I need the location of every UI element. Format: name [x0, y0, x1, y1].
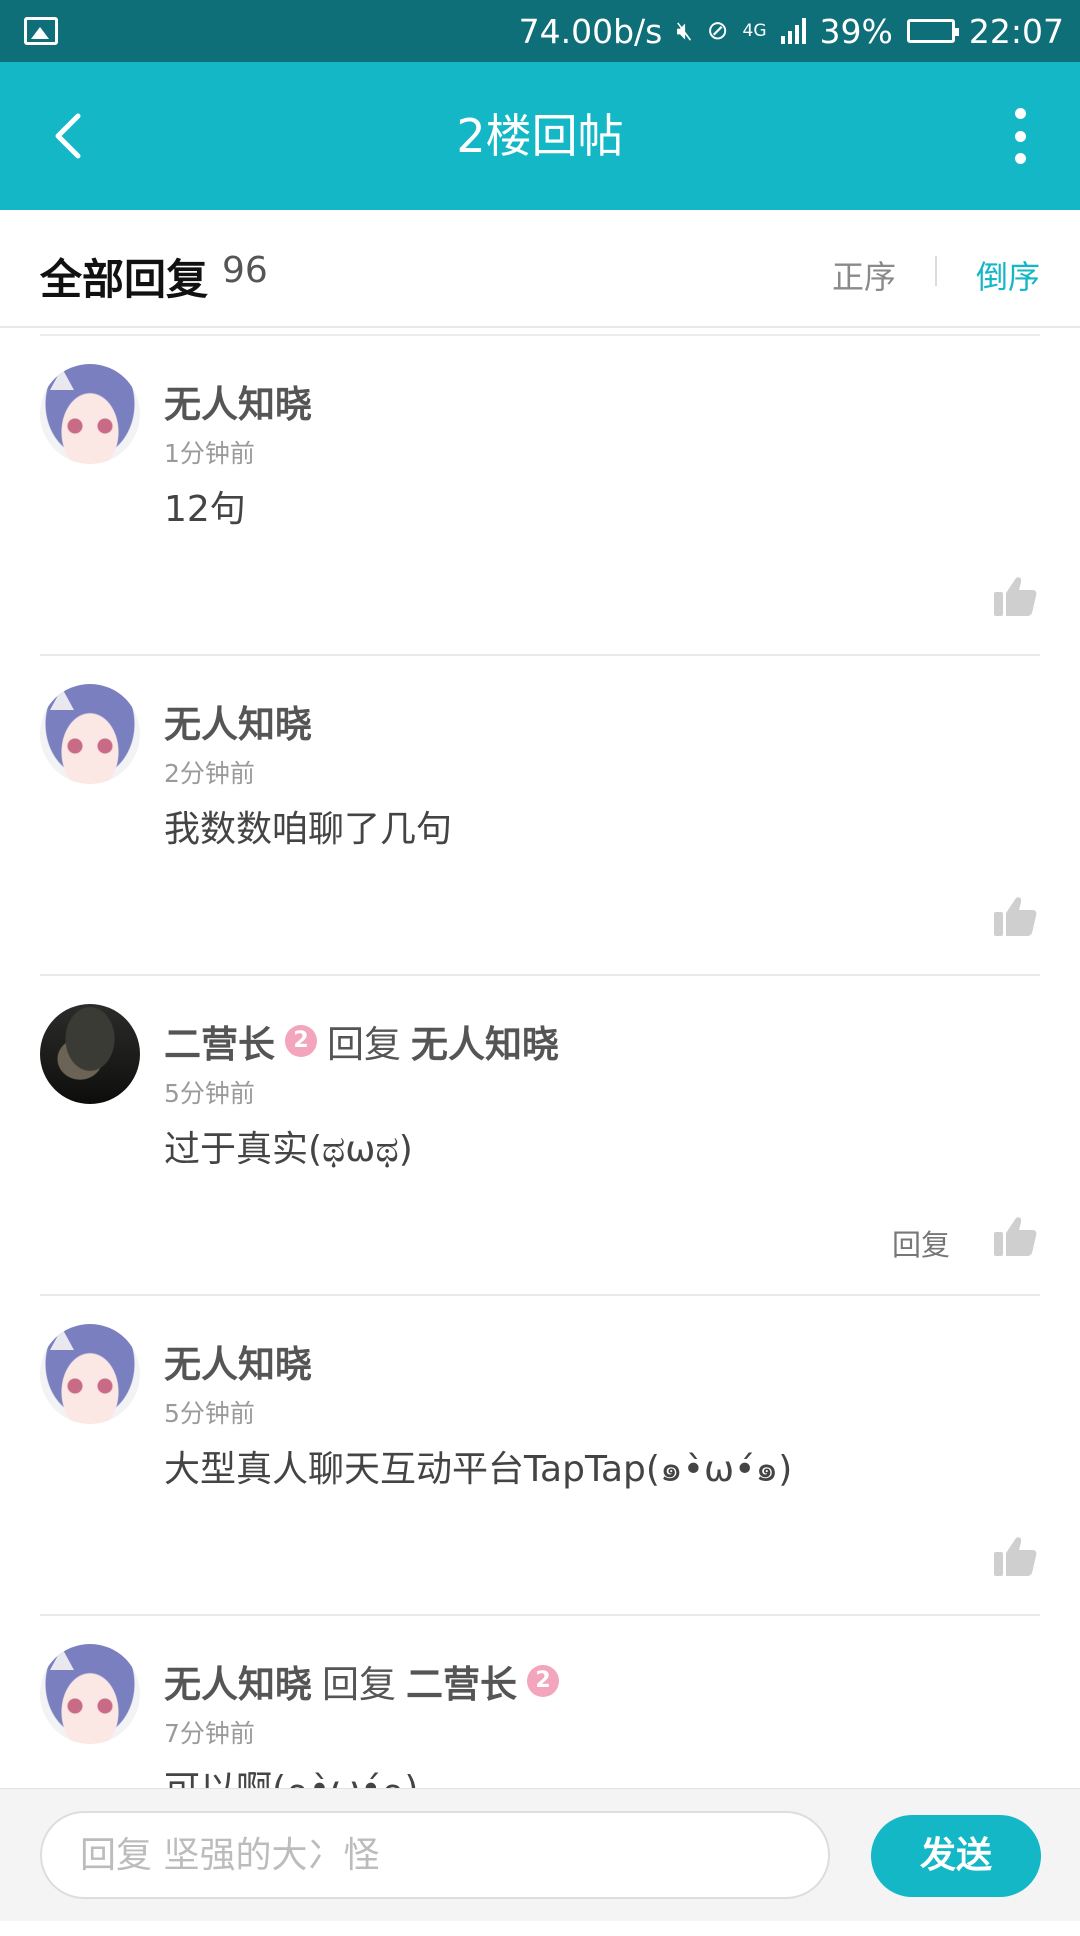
- reply-time: 5分钟前: [164, 1399, 255, 1428]
- reply-divider: [40, 1294, 1040, 1296]
- thumbs-up-icon[interactable]: [992, 1214, 1038, 1260]
- reply-author-line: 无人知晓: [164, 694, 312, 748]
- reply-to-word: 回复: [322, 1663, 396, 1706]
- reply-to-name[interactable]: 二营长: [406, 1654, 517, 1708]
- reply-author-line: 无人知晓: [164, 374, 312, 428]
- author-name[interactable]: 无人知晓: [164, 694, 312, 748]
- thumbs-up-icon[interactable]: [992, 574, 1038, 620]
- sort-ascending-button[interactable]: 正序: [832, 252, 896, 298]
- reply-time: 2分钟前: [164, 759, 255, 788]
- reply-item: 无人知晓 5分钟前 大型真人聊天互动平台TapTap(๑•̀ω•́๑): [0, 1298, 1080, 1616]
- avatar[interactable]: [40, 1644, 140, 1744]
- battery-icon: [906, 19, 959, 43]
- more-button[interactable]: [1010, 108, 1030, 164]
- level-badge: 2: [285, 1025, 317, 1057]
- clock: 22:07: [968, 11, 1064, 51]
- page-title: 2楼回帖: [456, 109, 624, 163]
- reply-time: 1分钟前: [164, 439, 255, 468]
- reply-content: 过于真实(ಥωಥ): [164, 1129, 413, 1170]
- avatar[interactable]: [40, 364, 140, 464]
- thumbs-up-icon[interactable]: [992, 894, 1038, 940]
- more-vertical-icon: [1014, 108, 1026, 119]
- reply-author-line: 无人知晓 回复 二营长 2: [164, 1654, 559, 1708]
- send-button[interactable]: 发送: [871, 1815, 1041, 1897]
- reply-input-bar: 发送: [0, 1788, 1080, 1921]
- network-type: 4G: [742, 21, 767, 41]
- reply-content: 12句: [164, 489, 246, 530]
- signal-icon: [780, 18, 806, 44]
- app-bar: 2楼回帖: [0, 62, 1080, 210]
- thumbs-up-icon[interactable]: [992, 1534, 1038, 1580]
- vibrate-off-icon: ⊘: [706, 16, 729, 46]
- reply-time: 7分钟前: [164, 1719, 255, 1748]
- avatar[interactable]: [40, 1004, 140, 1104]
- reply-to-word: 回复: [327, 1023, 401, 1066]
- reply-count: 96: [222, 250, 268, 291]
- reply-divider: [40, 654, 1040, 656]
- list-divider: [40, 334, 1040, 336]
- sort-descending-button[interactable]: 倒序: [976, 252, 1040, 298]
- sort-divider: [935, 256, 937, 286]
- status-bar: 74.00b/s 🔇︎ ⊘ 4G 39% 22:07: [0, 0, 1080, 62]
- avatar[interactable]: [40, 684, 140, 784]
- reply-item: 无人知晓 1分钟前 12句: [0, 338, 1080, 656]
- reply-input[interactable]: [40, 1811, 830, 1899]
- gallery-icon: [24, 17, 58, 45]
- level-badge: 2: [527, 1665, 559, 1697]
- all-replies-label: 全部回复: [40, 255, 209, 304]
- avatar[interactable]: [40, 1324, 140, 1424]
- reply-time: 5分钟前: [164, 1079, 255, 1108]
- net-speed: 74.00b/s: [518, 11, 663, 51]
- author-name[interactable]: 二营长: [164, 1014, 275, 1068]
- reply-to-name[interactable]: 无人知晓: [411, 1014, 559, 1068]
- reply-author-line: 无人知晓: [164, 1334, 312, 1388]
- replies-header: 全部回复 96 正序 倒序: [0, 210, 1080, 328]
- author-name[interactable]: 无人知晓: [164, 374, 312, 428]
- reply-item: 二营长 2 回复 无人知晓 5分钟前 过于真实(ಥωಥ) 回复: [0, 978, 1080, 1296]
- reply-item: 无人知晓 2分钟前 我数数咱聊了几句: [0, 658, 1080, 976]
- reply-content: 我数数咱聊了几句: [164, 809, 453, 850]
- mute-icon: 🔇︎: [676, 15, 693, 46]
- reply-divider: [40, 974, 1040, 976]
- reply-button[interactable]: 回复: [892, 1222, 950, 1264]
- author-name[interactable]: 无人知晓: [164, 1654, 312, 1708]
- author-name[interactable]: 无人知晓: [164, 1334, 312, 1388]
- battery-percent: 39%: [819, 11, 893, 51]
- reply-content: 大型真人聊天互动平台TapTap(๑•̀ω•́๑): [164, 1449, 793, 1490]
- reply-divider: [40, 1614, 1040, 1616]
- reply-author-line: 二营长 2 回复 无人知晓: [164, 1014, 559, 1068]
